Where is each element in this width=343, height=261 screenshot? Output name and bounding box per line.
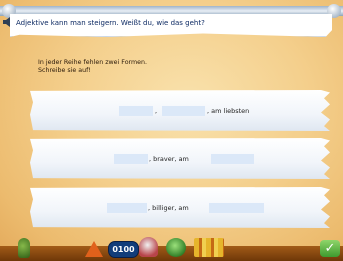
instruction-line-2: Schreibe sie auf! xyxy=(38,67,91,74)
answer-field-3b[interactable] xyxy=(209,203,264,213)
row-1-word: , am liebsten xyxy=(207,107,250,115)
books-icon[interactable] xyxy=(194,238,224,257)
answer-field-3a[interactable] xyxy=(107,203,147,213)
answer-field-2b[interactable] xyxy=(211,154,254,164)
exercise-strip-2: , braver, am xyxy=(30,138,330,179)
exercise-strip-1: , , am liebsten xyxy=(30,90,330,131)
game-stage: Adjektive kann man steigern. Weißt du, w… xyxy=(0,0,343,261)
instruction-text: In jeder Reihe fehlen zwei Formen. Schre… xyxy=(38,59,147,75)
exercise-row-3: , billiger, am xyxy=(30,203,330,213)
row-3-word: , billiger, am xyxy=(148,204,189,212)
robot-helper-icon[interactable] xyxy=(139,237,158,257)
exercise-strip-3: , billiger, am xyxy=(30,187,330,228)
row-1-separator: , xyxy=(155,107,158,115)
potion-bottle-icon[interactable] xyxy=(18,238,30,258)
task-banner: Adjektive kann man steigern. Weißt du, w… xyxy=(10,14,332,37)
exercise-row-1: , , am liebsten xyxy=(30,106,330,116)
score-counter: 0100 xyxy=(108,241,139,258)
exercise-row-2: , braver, am xyxy=(30,154,330,164)
check-button[interactable]: ✓ xyxy=(320,240,340,257)
speaker-icon[interactable] xyxy=(2,16,12,28)
banner-text: Adjektive kann man steigern. Weißt du, w… xyxy=(16,19,205,27)
traffic-cone-icon[interactable] xyxy=(85,241,103,257)
green-helper-icon[interactable] xyxy=(166,238,186,257)
answer-field-1a[interactable] xyxy=(119,106,153,116)
answer-field-2a[interactable] xyxy=(114,154,148,164)
answer-field-1b[interactable] xyxy=(162,106,205,116)
instruction-line-1: In jeder Reihe fehlen zwei Formen. xyxy=(38,59,148,66)
row-2-word: , braver, am xyxy=(149,155,189,163)
